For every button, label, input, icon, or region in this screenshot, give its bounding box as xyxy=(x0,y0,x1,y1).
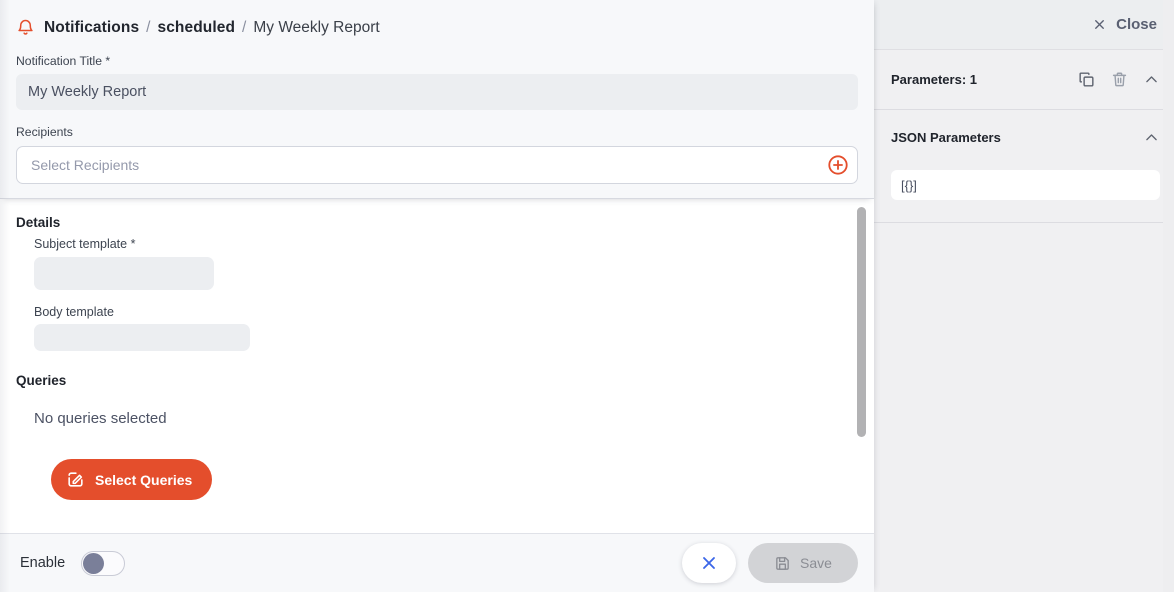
edit-square-icon xyxy=(68,472,83,487)
plus-circle-icon xyxy=(828,155,848,175)
notification-title-label: Notification Title * xyxy=(16,54,111,68)
json-parameters-section: JSON Parameters xyxy=(874,110,1174,223)
delete-parameters-button[interactable] xyxy=(1110,70,1129,89)
save-button[interactable]: Save xyxy=(748,543,858,583)
close-panel-button[interactable]: Close xyxy=(1092,16,1157,33)
queries-section: Queries No queries selected Select Queri… xyxy=(16,373,858,501)
enable-toggle-knob xyxy=(83,552,105,574)
main-panel: Notifications / scheduled / My Weekly Re… xyxy=(0,0,874,592)
details-content: Details Subject template * Body template… xyxy=(0,199,874,501)
select-queries-button[interactable]: Select Queries xyxy=(51,459,213,501)
json-parameters-header: JSON Parameters xyxy=(874,110,1174,164)
parameters-panel: Close Parameters: 1 JSON Parameters [{}] xyxy=(874,0,1174,592)
save-label: Save xyxy=(800,555,832,571)
queries-heading: Queries xyxy=(16,373,67,389)
body-template-label: Body template xyxy=(34,304,114,319)
copy-icon xyxy=(1079,72,1094,87)
close-x-icon xyxy=(1095,20,1105,29)
json-parameters-actions xyxy=(1143,129,1160,146)
select-queries-label: Select Queries xyxy=(95,471,193,488)
json-parameters-body xyxy=(874,164,1174,222)
trash-icon xyxy=(1112,72,1127,87)
collapse-json-parameters-button[interactable] xyxy=(1143,129,1160,146)
breadcrumb-separator-1: / xyxy=(146,18,151,36)
copy-parameters-button[interactable] xyxy=(1077,70,1096,89)
panel-right-edge xyxy=(1163,0,1174,592)
parameters-panel-header: Close xyxy=(874,0,1174,50)
action-bar: Enable Save xyxy=(0,533,874,592)
enable-label: Enable xyxy=(20,555,66,571)
recipients-input[interactable] xyxy=(16,145,858,184)
breadcrumb-root[interactable]: Notifications xyxy=(44,19,139,37)
breadcrumb: Notifications / scheduled / My Weekly Re… xyxy=(0,0,874,55)
recipients-field: Recipients xyxy=(0,125,874,184)
breadcrumb-middle[interactable]: scheduled xyxy=(157,19,235,37)
breadcrumb-separator-2: / xyxy=(242,18,247,36)
notification-title-field: Notification Title * xyxy=(0,54,874,111)
parameters-actions xyxy=(1077,70,1160,89)
subject-template-input[interactable] xyxy=(34,256,214,290)
details-scroll-area: Details Subject template * Body template… xyxy=(0,198,874,533)
details-scrollbar-thumb[interactable] xyxy=(857,206,866,437)
parameters-count-label: Parameters: 1 xyxy=(891,72,977,87)
enable-toggle[interactable] xyxy=(81,550,126,576)
body-template-input[interactable] xyxy=(34,324,250,352)
json-parameters-label: JSON Parameters xyxy=(891,129,1001,145)
collapse-parameters-button[interactable] xyxy=(1143,71,1160,88)
notification-editor: Notifications / scheduled / My Weekly Re… xyxy=(0,0,1174,592)
add-recipient-button[interactable] xyxy=(827,154,849,176)
recipients-input-wrap xyxy=(16,145,858,184)
floppy-disk-icon xyxy=(776,556,789,570)
details-heading: Details xyxy=(16,214,61,230)
cancel-button[interactable] xyxy=(682,543,736,583)
breadcrumb-current: My Weekly Report xyxy=(253,18,380,36)
notification-title-input[interactable] xyxy=(16,74,858,111)
subject-template-label: Subject template * xyxy=(34,236,136,251)
recipients-label: Recipients xyxy=(16,125,73,140)
parameters-summary-row: Parameters: 1 xyxy=(874,50,1174,110)
chevron-up-icon xyxy=(1146,133,1157,140)
details-fields: Subject template * Body template xyxy=(16,236,858,352)
chevron-up-icon xyxy=(1146,76,1157,83)
bell-icon xyxy=(18,19,33,35)
close-x-icon xyxy=(703,557,715,569)
close-panel-label: Close xyxy=(1116,16,1157,33)
no-queries-message: No queries selected xyxy=(34,410,167,428)
top-section: Notifications / scheduled / My Weekly Re… xyxy=(0,0,874,199)
json-parameters-input[interactable] xyxy=(891,170,1160,200)
details-scrollbar[interactable] xyxy=(857,199,866,533)
